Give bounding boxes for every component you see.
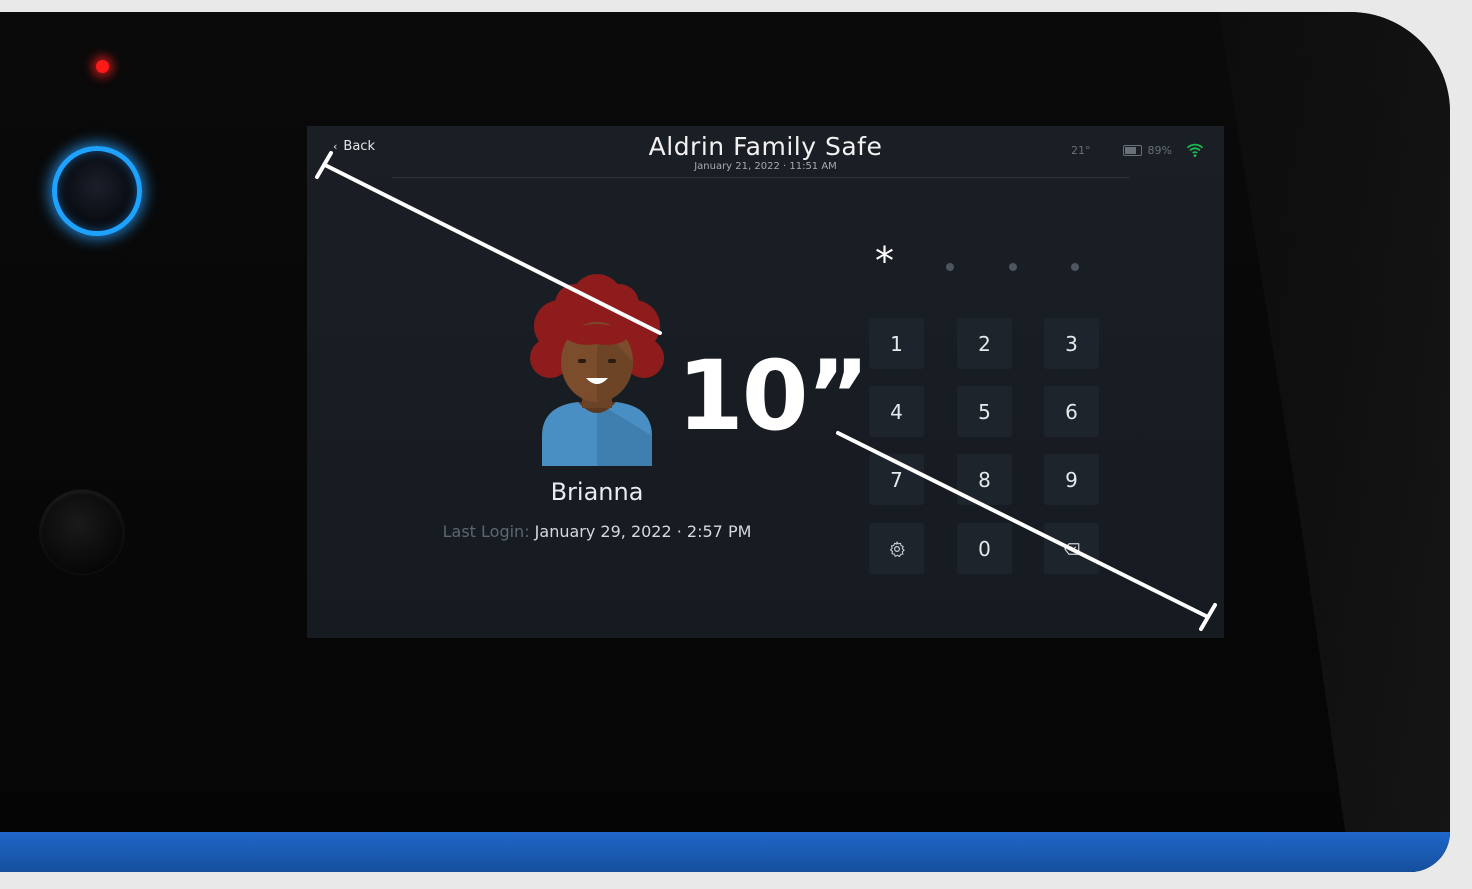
user-name: Brianna <box>550 478 644 506</box>
last-login-value: January 29, 2022 · 2:57 PM <box>534 522 752 541</box>
keypad-delete-button[interactable] <box>1044 523 1099 574</box>
pin-entered-digit: * <box>875 239 894 283</box>
device-blue-base-band <box>0 832 1450 872</box>
keypad-key-3[interactable]: 3 <box>1044 318 1099 369</box>
battery-icon <box>1122 145 1142 156</box>
last-login-label: Last Login: <box>442 522 530 541</box>
battery-level: 89% <box>1147 144 1172 157</box>
pin-empty-slot <box>1009 263 1017 271</box>
keypad-key-2[interactable]: 2 <box>957 318 1012 369</box>
temperature-readout: 21° <box>1071 144 1091 157</box>
user-avatar <box>530 274 664 466</box>
gear-icon <box>889 540 905 557</box>
keypad-key-5[interactable]: 5 <box>957 386 1012 437</box>
keypad-key-8[interactable]: 8 <box>957 454 1012 505</box>
current-datetime: January 21, 2022 · 11:51 AM <box>694 161 837 172</box>
keypad-key-1[interactable]: 1 <box>869 318 924 369</box>
fingerprint-sensor[interactable] <box>40 490 124 574</box>
keypad-key-9[interactable]: 9 <box>1044 454 1099 505</box>
last-login: Last Login: January 29, 2022 · 2:57 PM <box>397 522 797 541</box>
keypad-key-0[interactable]: 0 <box>957 523 1012 574</box>
screen-size-label: 10” <box>677 340 870 452</box>
backspace-icon <box>1063 542 1079 555</box>
wifi-icon <box>1186 143 1204 157</box>
keypad-settings-button[interactable] <box>869 523 924 574</box>
status-led <box>96 60 109 73</box>
status-bar: 21° 89% <box>1071 143 1204 157</box>
pin-empty-slot <box>946 263 954 271</box>
header-divider <box>392 177 1129 178</box>
keypad-key-6[interactable]: 6 <box>1044 386 1099 437</box>
power-button[interactable] <box>52 146 142 236</box>
pin-empty-slot <box>1071 263 1079 271</box>
keypad-key-7[interactable]: 7 <box>869 454 924 505</box>
keypad-key-4[interactable]: 4 <box>869 386 924 437</box>
